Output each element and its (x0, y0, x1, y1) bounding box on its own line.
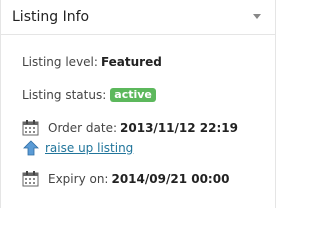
collapse-arrow-icon[interactable] (253, 14, 261, 19)
listing-level-row: Listing level: Featured (22, 54, 162, 70)
expiry-value: 2014/09/21 00:00 (111, 172, 230, 186)
panel-header[interactable]: Listing Info (1, 0, 275, 35)
panel-title: Listing Info (12, 9, 90, 25)
order-date-value: 2013/11/12 22:19 (120, 121, 238, 135)
expiry-row: Expiry on: 2014/09/21 00:00 (22, 171, 229, 187)
raise-up-row: raise up listing (23, 140, 133, 156)
listing-level-value: Featured (100, 55, 162, 69)
listing-level-label: Listing level: (22, 55, 98, 69)
listing-status-row: Listing status: active (22, 87, 156, 103)
status-badge: active (110, 88, 156, 102)
up-arrow-icon[interactable] (23, 140, 39, 156)
order-date-row: Order date: 2013/11/12 22:19 (22, 120, 238, 136)
calendar-icon (22, 171, 39, 187)
calendar-icon (22, 120, 39, 136)
raise-up-listing-link[interactable]: raise up listing (45, 141, 133, 155)
listing-info-panel: Listing Info Listing level: Featured Lis… (0, 0, 276, 208)
order-date-label: Order date: (48, 121, 118, 135)
expiry-label: Expiry on: (48, 172, 109, 186)
listing-status-label: Listing status: (22, 88, 107, 102)
